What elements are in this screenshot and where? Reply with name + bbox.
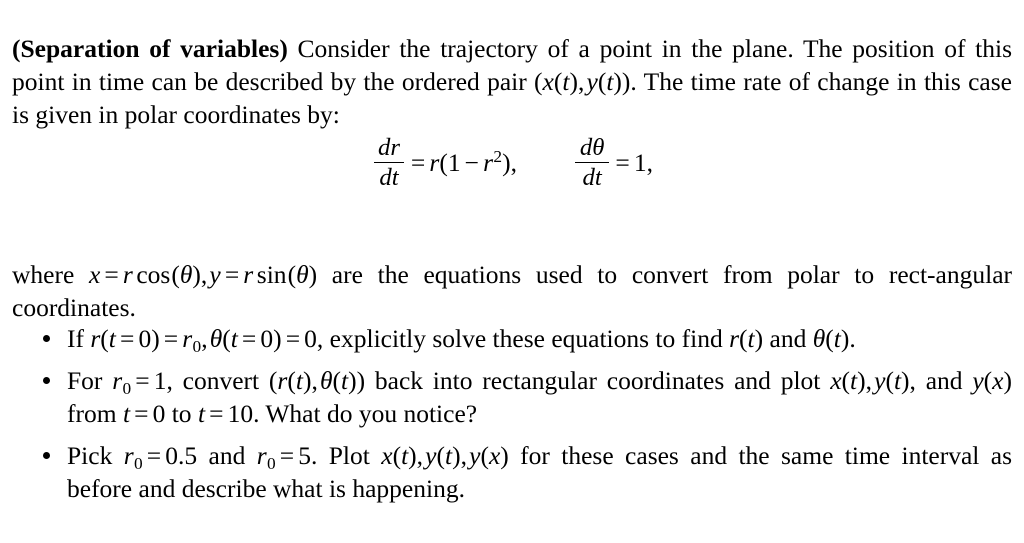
exercise-bullet-list: If r(t = 0) = r0, θ(t = 0) = 0, explicitly solve… [0, 322, 1024, 505]
bullet-2-pair: (r(t), θ(t)) [268, 366, 366, 395]
bullet-3-c1: , [416, 441, 426, 470]
bullet-marker-icon [43, 377, 50, 384]
equation-x-polar: x = r cos(θ) [88, 259, 201, 289]
where-lead: where [12, 259, 89, 289]
intro-bold-lead: (Separation of variables) [12, 33, 288, 63]
bullet-3-plot-yx: y(x) [469, 441, 509, 470]
bullet-2-plot-y: y(t) [874, 366, 910, 395]
fraction-denominator: dt [582, 164, 602, 192]
bullet-3-condition-1: r0 = 0.5 [123, 441, 198, 473]
bullet-3-condition-2: r0 = 5 [256, 441, 311, 473]
equation-y-polar: y = r sin(θ) [209, 259, 318, 289]
bullet-1-conj: and [763, 324, 813, 353]
fraction-numerator: dθ [579, 134, 605, 161]
bullet-3-lead: Pick [67, 441, 124, 470]
equation-rhs-1: = r(1− r2), [410, 146, 517, 177]
ordered-pair-math: (x(t), y(t)) [534, 66, 631, 96]
bullet-2-mid-2: back into rectangular coordinates and pl… [365, 366, 831, 395]
bullet-3-plot-y: y(t) [425, 441, 461, 470]
fraction-dr-dt: dr dt [373, 134, 405, 192]
bullet-2-end: . What do you notice? [253, 399, 478, 428]
fraction-dtheta-dt: dθ dt [575, 134, 609, 192]
bullet-2-mid-1: , convert [166, 366, 269, 395]
bullet-2-c1: , [865, 366, 875, 395]
bullet-1-mid: , explicitly solve these equations to fi… [316, 324, 730, 353]
equation-dtheta-dt: dθ dt = 1, [573, 135, 653, 191]
bullet-2-mid-3: from [67, 399, 123, 428]
bullet-1-lead: If [67, 324, 91, 353]
intro-paragraph: (Separation of variables) Consider the t… [12, 32, 1012, 131]
bullet-1-condition-theta: θ(t = 0) = 0 [209, 324, 317, 353]
bullet-3-plot-x: x(t) [381, 441, 417, 470]
bullet-3-conj: and [197, 441, 257, 470]
fraction-denominator: dt [379, 164, 399, 192]
bullet-1-target-r: r(t) [729, 324, 764, 353]
where-paragraph: where x = r cos(θ), y = r sin(θ) are the equat… [12, 258, 1012, 324]
bullet-1-condition-r: r(t = 0) = r0 [90, 324, 202, 356]
fraction-numerator: dr [377, 134, 400, 161]
list-item: For r0 = 1, convert (r(t), θ(t)) back into… [0, 364, 1024, 430]
bullet-3-c2: , [460, 441, 470, 470]
equation-dr-dt: dr dt = r(1− r2), [371, 135, 517, 191]
bullet-2-to: to [165, 399, 198, 428]
bullet-2-t-start: t = 0 [122, 399, 166, 428]
bullet-marker-icon [43, 335, 50, 342]
bullet-2-plot-yx: y(x) [972, 366, 1012, 395]
bullet-1-sep: , [201, 324, 210, 353]
bullet-marker-icon [43, 452, 50, 459]
bullet-2-t-end: t = 10 [197, 399, 254, 428]
bullet-3-mid: . Plot [310, 441, 382, 470]
document-page: (Separation of variables) Consider the t… [0, 0, 1024, 543]
bullet-1-end: . [849, 324, 856, 353]
bullet-2-plot-x: x(t) [830, 366, 866, 395]
display-equation: dr dt = r(1− r2), dθ dt = 1, [0, 132, 1024, 191]
equation-row: dr dt = r(1− r2), dθ dt = 1, [371, 135, 653, 191]
list-item: Pick r0 = 0.5 and r0 = 5. Plot x(t), y(t), y… [0, 439, 1024, 505]
bullet-1-target-theta: θ(t) [812, 324, 850, 353]
bullet-2-c2: , and [909, 366, 973, 395]
list-item: If r(t = 0) = r0, θ(t = 0) = 0, explicitly solve… [0, 322, 1024, 355]
equation-rhs-2: = 1, [615, 147, 653, 177]
bullet-2-lead: For [67, 366, 113, 395]
bullet-2-condition: r0 = 1 [112, 366, 167, 398]
